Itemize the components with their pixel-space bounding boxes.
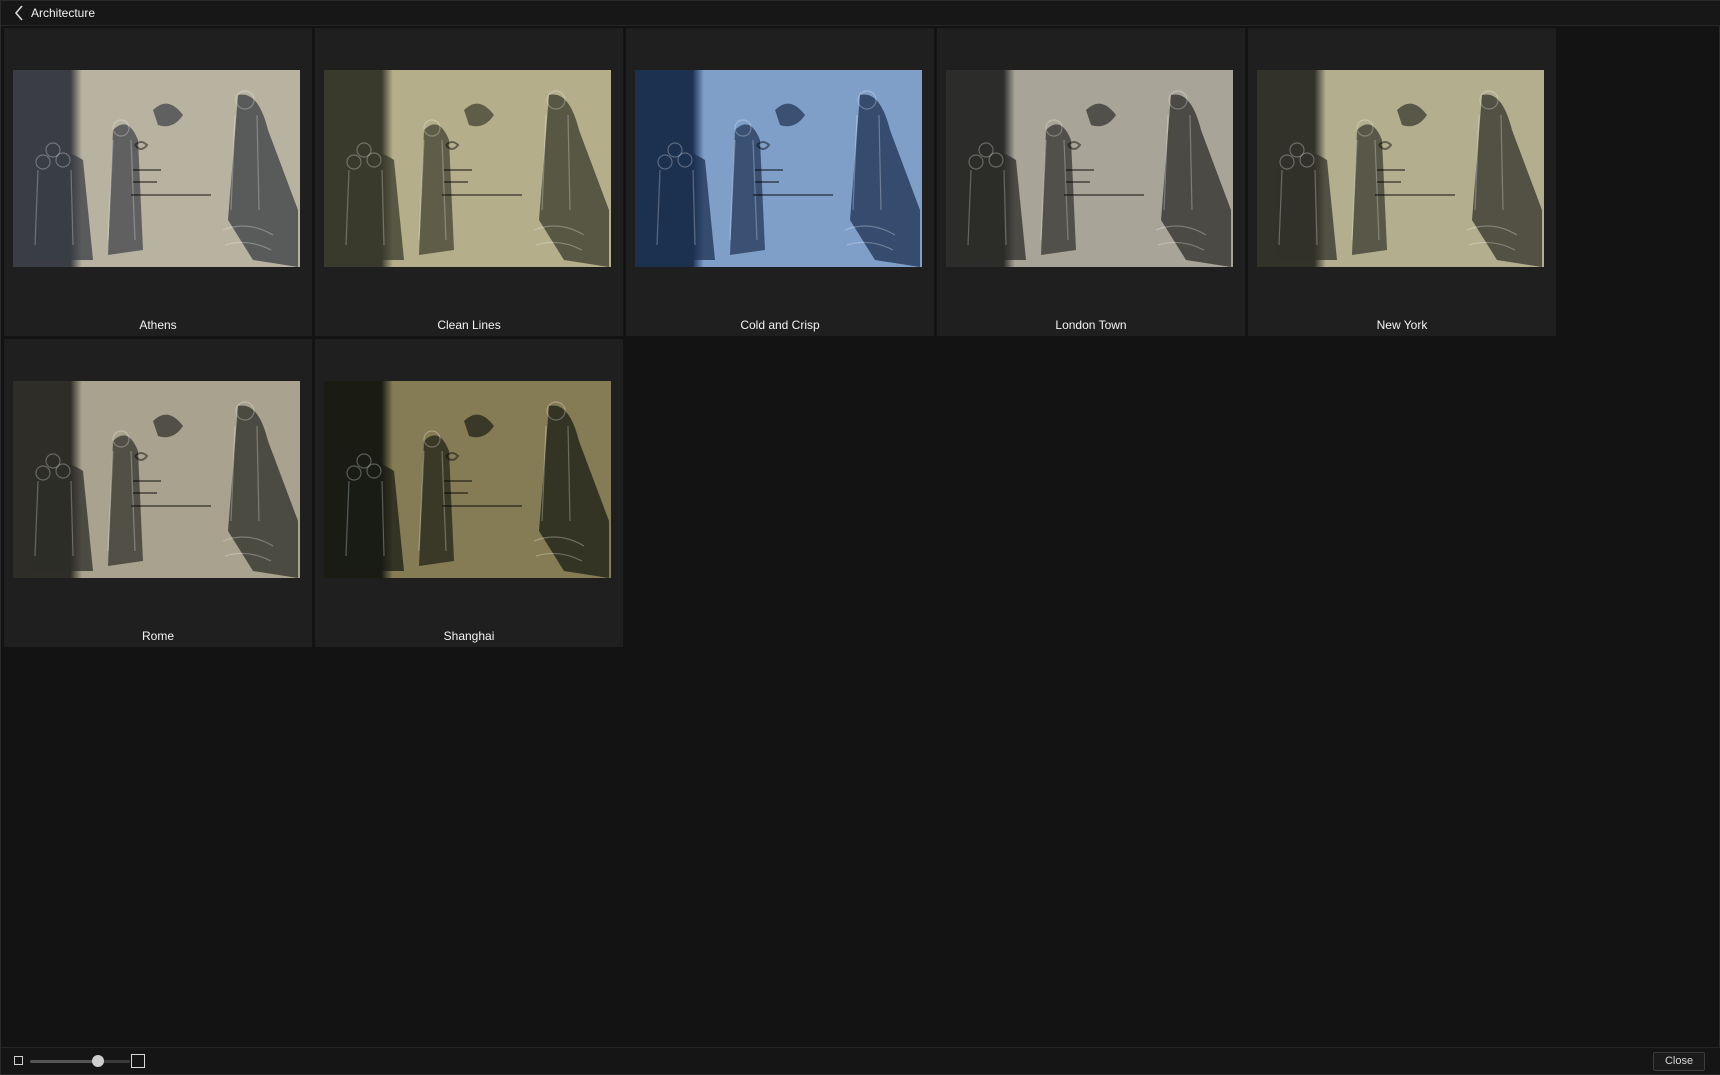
preset-thumbnail bbox=[1257, 70, 1544, 267]
preset-grid: Athens Clean Lines Cold and Crisp London To… bbox=[4, 28, 1708, 708]
preset-tile[interactable]: Athens bbox=[4, 28, 312, 336]
preset-tile[interactable]: Cold and Crisp bbox=[626, 28, 934, 336]
preset-thumbnail bbox=[324, 70, 611, 267]
small-square-icon[interactable] bbox=[14, 1056, 23, 1065]
chevron-left-icon bbox=[14, 5, 23, 21]
back-button[interactable] bbox=[7, 1, 31, 26]
preset-label: Rome bbox=[141, 629, 174, 643]
top-bar: Architecture bbox=[1, 1, 1720, 26]
large-square-icon[interactable] bbox=[131, 1054, 145, 1068]
preset-tile[interactable]: London Town bbox=[937, 28, 1245, 336]
preset-label: Cold and Crisp bbox=[740, 318, 820, 332]
preset-tile[interactable]: Clean Lines bbox=[315, 28, 623, 336]
preset-tile[interactable]: Shanghai bbox=[315, 339, 623, 647]
slider-handle[interactable] bbox=[92, 1055, 104, 1067]
preset-label: London Town bbox=[1055, 318, 1127, 332]
preset-thumbnail bbox=[635, 70, 922, 267]
thumbnail-size-slider[interactable] bbox=[30, 1060, 130, 1063]
preset-thumbnail bbox=[13, 381, 300, 578]
preset-thumbnail bbox=[946, 70, 1233, 267]
preset-thumbnail bbox=[324, 381, 611, 578]
preset-tile[interactable]: Rome bbox=[4, 339, 312, 647]
preset-label: Shanghai bbox=[443, 629, 495, 643]
bottom-bar: Close bbox=[1, 1047, 1720, 1074]
preset-browser-window: Architecture Athens Clean Lines Cold and C… bbox=[0, 0, 1720, 1075]
preset-tile[interactable]: New York bbox=[1248, 28, 1556, 336]
preset-label: Clean Lines bbox=[437, 318, 501, 332]
preset-label: Athens bbox=[139, 318, 177, 332]
preset-thumbnail bbox=[13, 70, 300, 267]
preset-label: New York bbox=[1376, 318, 1428, 332]
slider-fill bbox=[30, 1060, 98, 1063]
breadcrumb-title: Architecture bbox=[31, 6, 96, 20]
close-button[interactable]: Close bbox=[1653, 1052, 1705, 1071]
